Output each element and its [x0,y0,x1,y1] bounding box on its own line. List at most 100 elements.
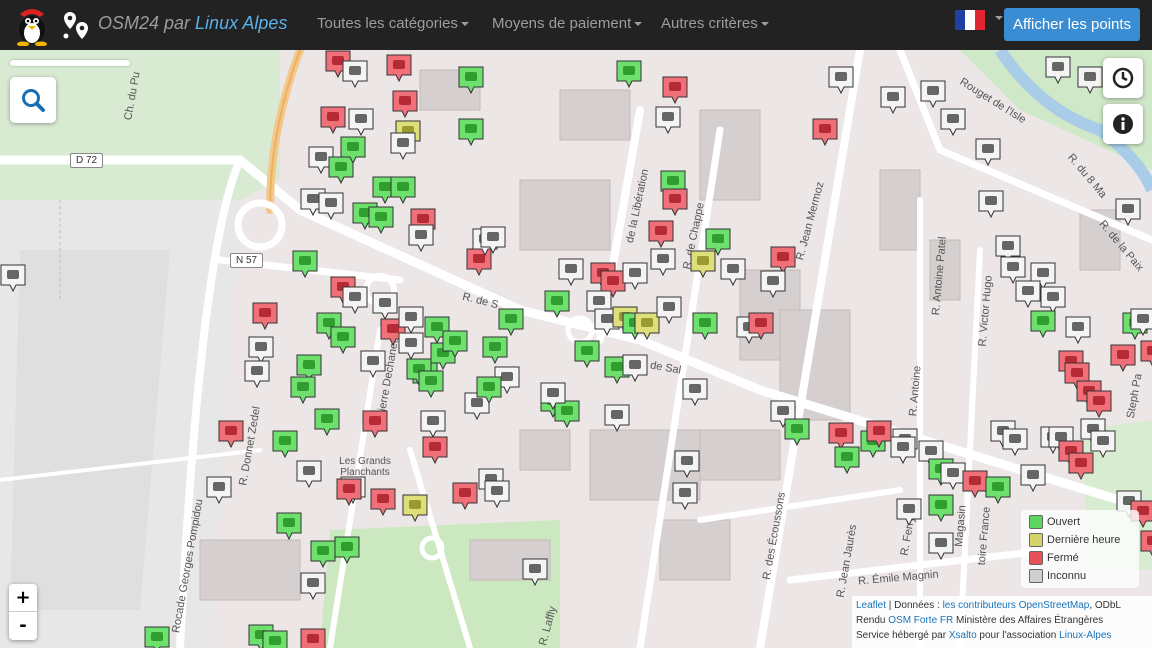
poi-marker[interactable] [372,292,398,320]
poi-marker[interactable] [318,192,344,220]
brand-title[interactable]: OSM24 par Linux Alpes [98,13,287,34]
poi-marker[interactable] [1020,464,1046,492]
poi-marker[interactable] [422,436,448,464]
linux-alpes-link[interactable]: Linux-Alpes [1059,630,1111,641]
poi-marker[interactable] [418,370,444,398]
poi-marker[interactable] [812,118,838,146]
poi-marker[interactable] [206,476,232,504]
osm-contributors-link[interactable]: les contributeurs OpenStreetMap [943,600,1090,611]
poi-marker[interactable] [558,258,584,286]
poi-marker[interactable] [348,108,374,136]
poi-marker[interactable] [1045,56,1071,84]
poi-marker[interactable] [420,410,446,438]
poi-marker[interactable] [828,66,854,94]
poi-marker[interactable] [1090,430,1116,458]
poi-marker[interactable] [978,190,1004,218]
poi-marker[interactable] [292,250,318,278]
poi-marker[interactable] [622,354,648,382]
leaflet-link[interactable]: Leaflet [856,600,886,611]
poi-marker[interactable] [484,480,510,508]
poi-marker[interactable] [1077,66,1103,94]
tux-logo-icon[interactable] [10,4,54,46]
poi-marker[interactable] [386,54,412,82]
poi-marker[interactable] [244,360,270,388]
poi-marker[interactable] [890,436,916,464]
poi-marker[interactable] [975,138,1001,166]
poi-marker[interactable] [574,340,600,368]
poi-marker[interactable] [476,376,502,404]
map-canvas[interactable]: Ch. du Pu D 72 N 57 R. de S de la Libéra… [0,50,1152,648]
poi-marker[interactable] [482,336,508,364]
poi-marker[interactable] [655,106,681,134]
poi-marker[interactable] [262,630,288,648]
poi-marker[interactable] [392,90,418,118]
poi-marker[interactable] [1015,280,1041,308]
poi-marker[interactable] [390,176,416,204]
poi-marker[interactable] [480,226,506,254]
poi-marker[interactable] [834,446,860,474]
poi-marker[interactable] [342,286,368,314]
menu-payment[interactable]: Moyens de paiement [492,15,643,32]
poi-marker[interactable] [604,404,630,432]
poi-marker[interactable] [362,410,388,438]
poi-marker[interactable] [458,118,484,146]
poi-marker[interactable] [880,86,906,114]
info-button[interactable] [1103,104,1143,144]
poi-marker[interactable] [928,532,954,560]
poi-marker[interactable] [340,136,366,164]
poi-marker[interactable] [662,76,688,104]
poi-marker[interactable] [334,536,360,564]
search-button[interactable] [10,77,56,123]
poi-marker[interactable] [300,628,326,648]
poi-marker[interactable] [276,512,302,540]
flag-fr-icon[interactable] [955,10,985,30]
menu-other-criteria[interactable]: Autres critères [661,15,769,32]
poi-marker[interactable] [1030,310,1056,338]
poi-marker[interactable] [252,302,278,330]
poi-marker[interactable] [1110,344,1136,372]
poi-marker[interactable] [622,262,648,290]
poi-marker[interactable] [370,488,396,516]
poi-marker[interactable] [398,306,424,334]
show-points-button[interactable]: Afficher les points [1004,8,1140,41]
language-caret-icon[interactable] [995,16,1003,20]
poi-marker[interactable] [760,270,786,298]
poi-marker[interactable] [320,106,346,134]
poi-marker[interactable] [662,188,688,216]
poi-marker[interactable] [522,558,548,586]
poi-marker[interactable] [1130,308,1152,336]
poi-marker[interactable] [784,418,810,446]
poi-marker[interactable] [360,350,386,378]
brand-link[interactable]: Linux Alpes [195,13,287,33]
poi-marker[interactable] [544,290,570,318]
poi-marker[interactable] [336,478,362,506]
poi-marker[interactable] [540,382,566,410]
poi-marker[interactable] [866,420,892,448]
poi-marker[interactable] [1115,198,1141,226]
poi-marker[interactable] [1086,390,1112,418]
menu-categories[interactable]: Toutes les catégories [317,15,469,32]
poi-marker[interactable] [290,376,316,404]
poi-marker[interactable] [720,258,746,286]
poi-marker[interactable] [296,460,322,488]
poi-marker[interactable] [928,494,954,522]
history-button[interactable] [1103,58,1143,98]
poi-marker[interactable] [458,66,484,94]
poi-marker[interactable] [442,330,468,358]
poi-marker[interactable] [402,494,428,522]
poi-marker[interactable] [342,60,368,88]
poi-marker[interactable] [272,430,298,458]
poi-marker[interactable] [1002,428,1028,456]
poi-marker[interactable] [985,476,1011,504]
poi-marker[interactable] [390,132,416,160]
poi-marker[interactable] [692,312,718,340]
poi-marker[interactable] [674,450,700,478]
poi-marker[interactable] [300,572,326,600]
poi-marker[interactable] [314,408,340,436]
poi-marker[interactable] [0,264,26,292]
poi-marker[interactable] [682,378,708,406]
poi-marker[interactable] [1065,316,1091,344]
poi-marker[interactable] [408,224,434,252]
poi-marker[interactable] [1140,340,1152,368]
xsalto-link[interactable]: Xsalto [949,630,977,641]
